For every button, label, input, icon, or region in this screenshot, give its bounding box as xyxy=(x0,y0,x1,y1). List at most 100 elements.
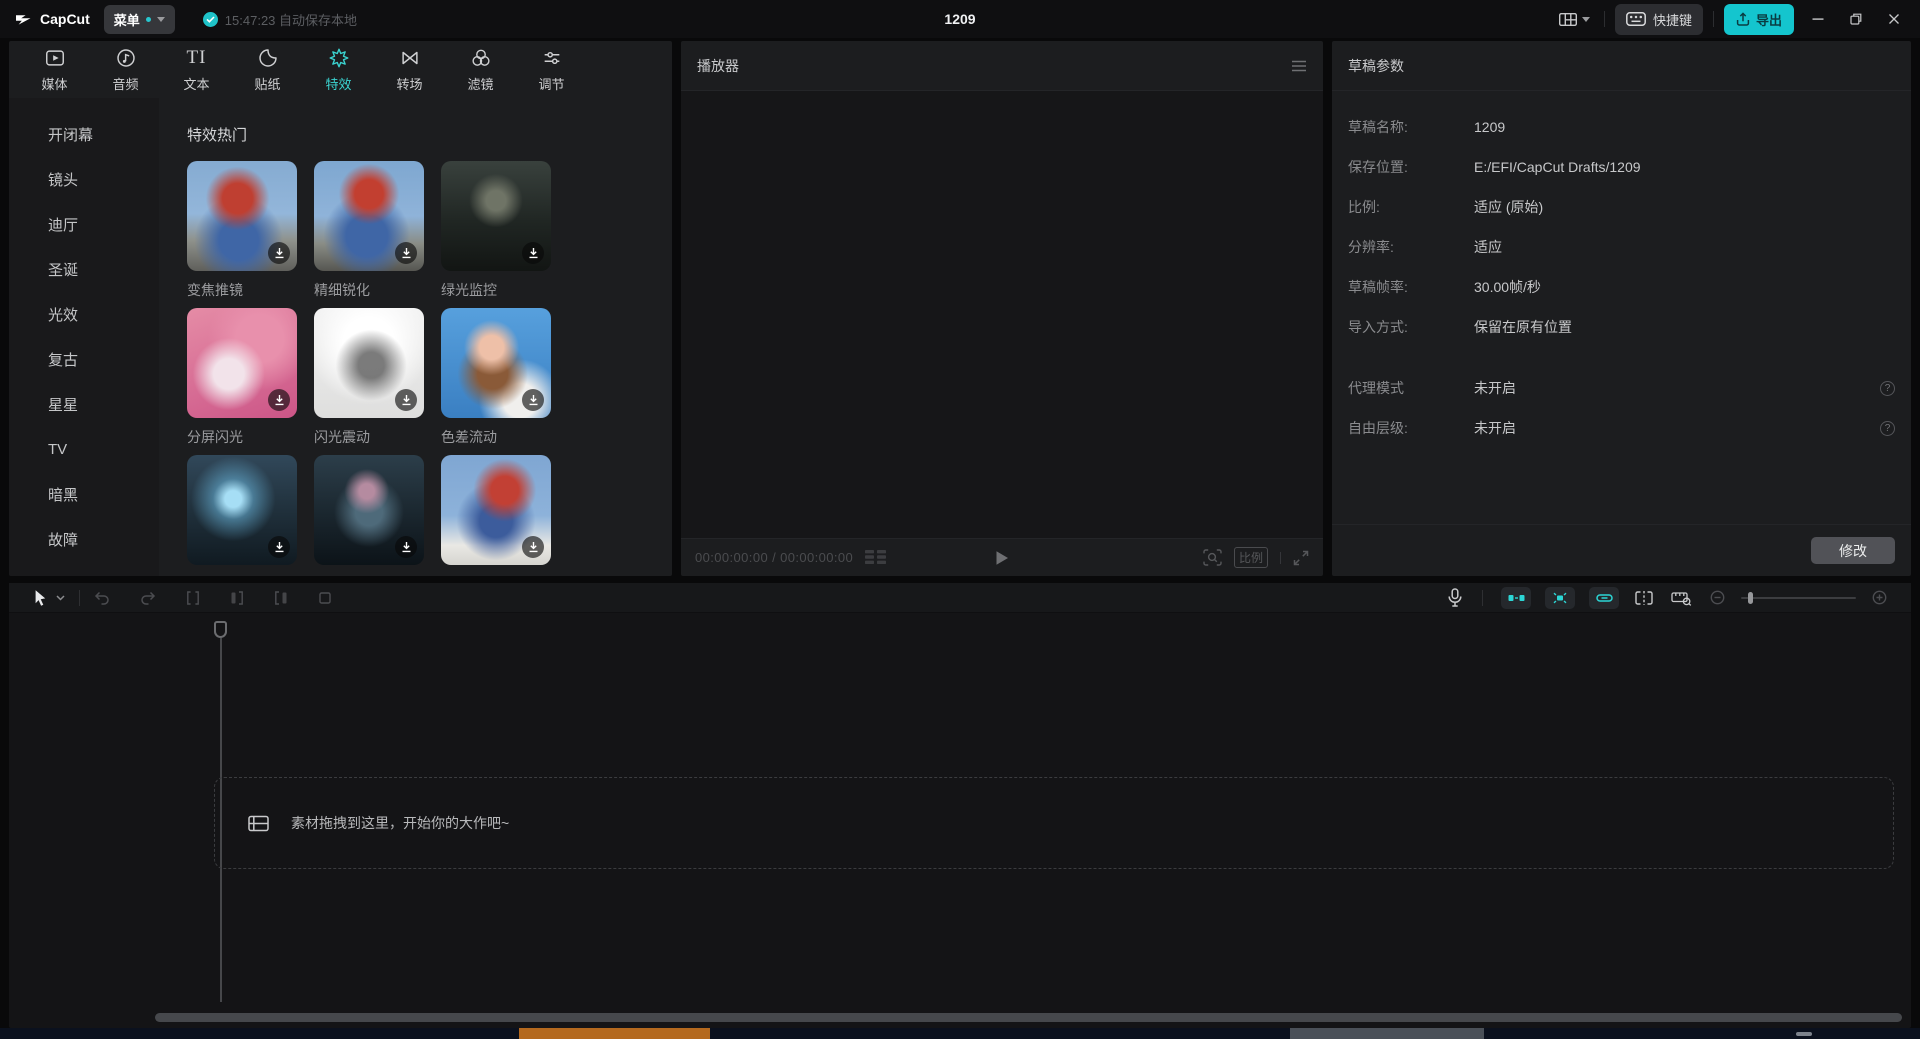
effect-card[interactable]: 精细锐化 xyxy=(314,161,424,300)
fit-timeline-button[interactable] xyxy=(1669,588,1694,608)
frame-list-icon[interactable] xyxy=(865,550,887,565)
effect-thumbnail[interactable] xyxy=(441,161,551,271)
preview-quality-icon[interactable] xyxy=(1203,549,1222,566)
tab-transition[interactable]: 转场 xyxy=(374,41,445,98)
effect-card[interactable]: 光谱扫描 xyxy=(314,455,424,576)
effect-thumbnail[interactable] xyxy=(441,308,551,418)
tab-filter[interactable]: 滤镜 xyxy=(445,41,516,98)
redo-button[interactable] xyxy=(138,589,158,607)
tab-sticker[interactable]: 贴纸 xyxy=(232,41,303,98)
select-tool-dropdown[interactable] xyxy=(54,593,67,603)
effect-thumbnail[interactable] xyxy=(187,161,297,271)
tab-effects[interactable]: 特效 xyxy=(303,41,374,98)
help-icon[interactable]: ? xyxy=(1880,421,1895,436)
effect-thumbnail[interactable] xyxy=(187,308,297,418)
help-icon[interactable]: ? xyxy=(1880,381,1895,396)
effect-card[interactable]: 绿光监控 xyxy=(441,161,551,300)
effect-thumbnail[interactable] xyxy=(314,455,424,565)
record-voiceover-button[interactable] xyxy=(1446,586,1464,609)
effect-card[interactable]: 表面模糊 xyxy=(441,455,551,576)
effect-category-rail: 开闭幕镜头迪厅圣诞光效复古星星TV暗黑故障扭曲 xyxy=(9,98,159,576)
category-item[interactable]: 圣诞 xyxy=(9,247,159,292)
effect-card[interactable]: 蓝光扫描 xyxy=(187,455,297,576)
category-item[interactable]: 镜头 xyxy=(9,157,159,202)
effect-card[interactable]: 变焦推镜 xyxy=(187,161,297,300)
play-button[interactable] xyxy=(995,550,1009,566)
download-icon[interactable] xyxy=(268,536,290,558)
param-value: 未开启 xyxy=(1474,418,1516,438)
menu-button[interactable]: 菜单 xyxy=(104,5,175,34)
shortcuts-button[interactable]: 快捷键 xyxy=(1615,4,1703,35)
timeline-tracks-area[interactable]: 素材拖拽到这里，开始你的大作吧~ xyxy=(9,613,1911,1010)
playhead-handle[interactable] xyxy=(214,621,227,638)
category-item[interactable]: 扭曲 xyxy=(9,562,159,576)
keyboard-icon xyxy=(1626,12,1646,26)
effect-thumbnail[interactable] xyxy=(314,308,424,418)
category-item[interactable]: 复古 xyxy=(9,337,159,382)
check-icon xyxy=(203,12,218,27)
effect-thumbnail[interactable] xyxy=(441,455,551,565)
preview-axis-button[interactable] xyxy=(1633,589,1655,607)
minimize-button[interactable] xyxy=(1804,9,1832,29)
category-item[interactable]: 光效 xyxy=(9,292,159,337)
transition-icon xyxy=(399,46,421,70)
effect-thumbnail[interactable] xyxy=(314,161,424,271)
auto-snap-button[interactable] xyxy=(1545,587,1575,609)
delete-right-icon[interactable] xyxy=(272,589,290,607)
media-icon xyxy=(44,46,66,70)
effects-area: 特效热门 变焦推镜精细锐化绿光监控分屏闪光闪光震动色差流动蓝光扫描光谱扫描表面模… xyxy=(159,98,672,576)
restore-button[interactable] xyxy=(1842,9,1870,29)
download-icon[interactable] xyxy=(395,389,417,411)
capcut-logo: CapCut xyxy=(14,11,90,27)
effect-thumbnail[interactable] xyxy=(187,455,297,565)
export-button[interactable]: 导出 xyxy=(1724,4,1794,35)
split-clip-icon[interactable] xyxy=(184,589,202,607)
player-menu-icon[interactable] xyxy=(1291,60,1307,72)
effect-card[interactable]: 闪光震动 xyxy=(314,308,424,447)
tab-media[interactable]: 媒体 xyxy=(19,41,90,98)
menu-update-dot xyxy=(146,17,151,22)
category-item[interactable]: 星星 xyxy=(9,382,159,427)
param-value: 适应 xyxy=(1474,237,1502,257)
download-icon[interactable] xyxy=(268,389,290,411)
zoom-in-icon[interactable] xyxy=(1870,588,1889,607)
layout-switch-button[interactable] xyxy=(1555,9,1594,30)
zoom-out-icon[interactable] xyxy=(1708,588,1727,607)
param-label: 草稿名称: xyxy=(1348,117,1474,137)
link-clips-button[interactable] xyxy=(1589,587,1619,609)
freeze-frame-icon[interactable] xyxy=(316,589,334,607)
download-icon[interactable] xyxy=(522,242,544,264)
player-viewport[interactable] xyxy=(681,91,1323,538)
category-item[interactable]: TV xyxy=(9,427,159,472)
modify-button[interactable]: 修改 xyxy=(1811,537,1895,564)
fullscreen-icon[interactable] xyxy=(1293,550,1309,566)
tab-audio[interactable]: 音频 xyxy=(90,41,161,98)
ratio-button[interactable]: 比例 xyxy=(1234,547,1268,568)
close-button[interactable] xyxy=(1880,9,1908,29)
effect-card[interactable]: 色差流动 xyxy=(441,308,551,447)
category-item[interactable]: 开闭幕 xyxy=(9,112,159,157)
download-icon[interactable] xyxy=(522,389,544,411)
param-value: 30.00帧/秒 xyxy=(1474,277,1541,297)
download-icon[interactable] xyxy=(522,536,544,558)
tab-adjust[interactable]: 调节 xyxy=(516,41,587,98)
category-item[interactable]: 迪厅 xyxy=(9,202,159,247)
download-icon[interactable] xyxy=(395,536,417,558)
layout-icon xyxy=(1559,13,1577,26)
category-item[interactable]: 暗黑 xyxy=(9,472,159,517)
effect-card[interactable]: 分屏闪光 xyxy=(187,308,297,447)
timeline-toolbar xyxy=(9,583,1911,613)
download-icon[interactable] xyxy=(395,242,417,264)
zoom-handle[interactable] xyxy=(1748,592,1753,604)
delete-left-icon[interactable] xyxy=(228,589,246,607)
category-item[interactable]: 故障 xyxy=(9,517,159,562)
divider xyxy=(1604,11,1605,27)
download-icon[interactable] xyxy=(268,242,290,264)
select-tool-button[interactable] xyxy=(31,587,50,609)
main-track-magnet-button[interactable] xyxy=(1501,587,1531,609)
undo-button[interactable] xyxy=(92,589,112,607)
media-drop-zone[interactable]: 素材拖拽到这里，开始你的大作吧~ xyxy=(214,777,1894,869)
horizontal-scrollbar[interactable] xyxy=(155,1013,1902,1022)
timeline-zoom-slider[interactable] xyxy=(1741,591,1856,605)
tab-text[interactable]: TI文本 xyxy=(161,41,232,98)
